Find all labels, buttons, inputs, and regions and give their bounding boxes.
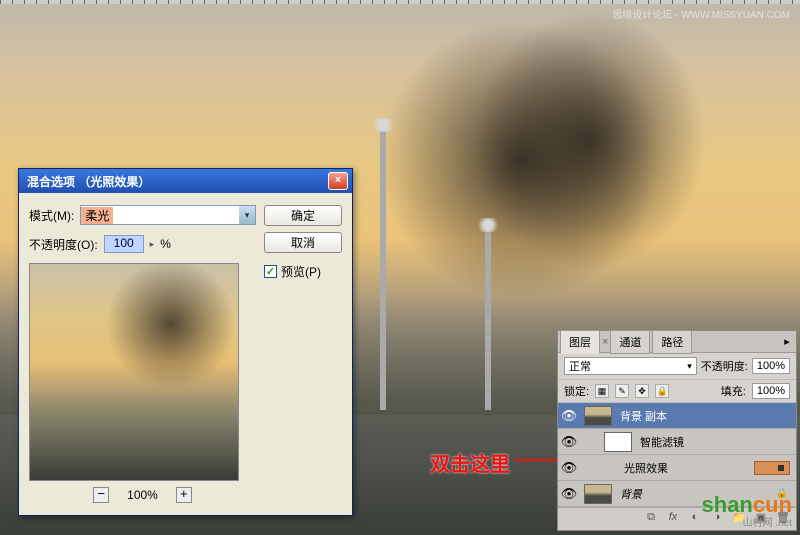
chevron-down-icon: ▾	[687, 361, 692, 372]
fill-value[interactable]: 100%	[752, 383, 790, 399]
preview-checkbox-label: 预览(P)	[281, 263, 321, 280]
eye-icon[interactable]: 👁	[558, 460, 580, 476]
ok-button[interactable]: 确定	[264, 205, 342, 226]
layer-item-background-copy[interactable]: 👁 背景 副本	[558, 403, 796, 429]
annotation-text: 双击这里	[430, 448, 510, 477]
filter-mask-thumbnail[interactable]	[604, 432, 632, 452]
watermark-top: 思缘设计论坛 - WWW.MISSYUAN.COM	[612, 6, 790, 21]
opacity-suffix: %	[160, 237, 171, 251]
blend-mode-select[interactable]: 正常 ▾	[564, 357, 697, 375]
close-icon[interactable]: ×	[328, 172, 348, 190]
opacity-label: 不透明度(O):	[29, 236, 98, 253]
layer-thumbnail[interactable]	[584, 484, 612, 504]
lock-position-icon[interactable]: ✥	[635, 384, 649, 398]
tab-close-icon[interactable]: ×	[602, 336, 608, 348]
street-lamp	[485, 230, 491, 410]
layer-item-smart-filters[interactable]: 👁 智能滤镜	[558, 429, 796, 455]
layer-thumbnail[interactable]	[584, 406, 612, 426]
zoom-level: 100%	[127, 488, 158, 502]
lock-all-icon[interactable]: 🔒	[655, 384, 669, 398]
street-lamp	[380, 130, 386, 410]
preview-checkbox[interactable]: ✓	[264, 265, 277, 278]
fx-icon[interactable]: fx	[664, 511, 682, 527]
panel-opacity-label: 不透明度:	[701, 358, 748, 374]
lock-pixels-icon[interactable]: ✎	[615, 384, 629, 398]
mode-select[interactable]: 柔光 ▾	[80, 205, 256, 225]
zoom-out-button[interactable]: −	[93, 487, 109, 503]
watermark-bottom: shancun 山村网 .net	[702, 492, 792, 529]
zoom-in-button[interactable]: +	[176, 487, 192, 503]
lock-label: 锁定:	[564, 383, 589, 399]
fill-label: 填充:	[721, 383, 746, 399]
mode-label: 模式(M):	[29, 207, 74, 224]
opacity-input[interactable]: 100	[104, 235, 144, 253]
panel-menu-icon[interactable]: ▸	[780, 335, 794, 348]
eye-icon[interactable]: 👁	[558, 434, 580, 450]
tab-channels[interactable]: 通道	[610, 330, 650, 354]
preview-thumbnail[interactable]	[29, 263, 239, 481]
layer-item-lighting-effect[interactable]: 👁 光照效果	[558, 455, 796, 481]
tab-layers[interactable]: 图层	[560, 330, 600, 354]
opacity-spinner-icon[interactable]: ▸	[150, 239, 155, 250]
eye-icon[interactable]: 👁	[558, 486, 580, 502]
tab-paths[interactable]: 路径	[652, 330, 692, 354]
chevron-down-icon[interactable]: ▾	[239, 206, 255, 224]
eye-icon[interactable]: 👁	[558, 408, 580, 424]
filter-blend-icon[interactable]	[754, 461, 790, 475]
link-layers-icon[interactable]: ⧉	[642, 511, 660, 527]
cancel-button[interactable]: 取消	[264, 232, 342, 253]
lock-transparency-icon[interactable]: ▦	[595, 384, 609, 398]
blending-options-dialog: 混合选项 （光照效果） × 模式(M): 柔光 ▾ 不透明度(O): 100 ▸…	[18, 168, 353, 516]
dialog-title: 混合选项 （光照效果）	[27, 173, 328, 190]
preview-content	[70, 264, 238, 414]
dialog-titlebar[interactable]: 混合选项 （光照效果） ×	[19, 169, 352, 193]
panel-opacity-value[interactable]: 100%	[752, 358, 790, 374]
mode-value: 柔光	[81, 207, 113, 224]
